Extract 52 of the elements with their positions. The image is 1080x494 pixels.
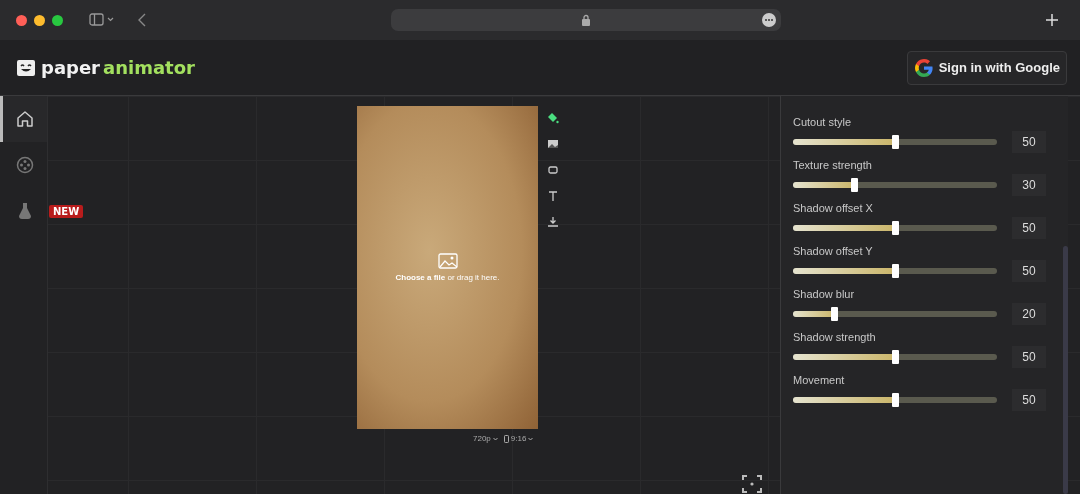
slider-thumb[interactable] <box>851 178 859 192</box>
slider-value-field[interactable]: 20 <box>1012 303 1046 325</box>
logo-text-accent: animator <box>103 57 195 78</box>
slider-label: Shadow blur <box>793 288 856 300</box>
film-reel-icon <box>16 156 34 174</box>
new-badge: NEW <box>49 204 84 218</box>
slider-value-field[interactable]: 30 <box>1012 174 1046 196</box>
slider-value-field[interactable]: 50 <box>1012 346 1046 368</box>
scrollbar[interactable] <box>1063 246 1068 494</box>
maximize-window-icon[interactable] <box>52 14 63 26</box>
more-icon[interactable] <box>762 13 776 27</box>
slider-label: Shadow strength <box>793 331 877 343</box>
sidebar-item[interactable] <box>0 96 47 142</box>
slider-value-field[interactable]: 50 <box>1012 389 1046 411</box>
fullscreen-icon[interactable] <box>742 474 762 494</box>
slider-label: Texture strength <box>793 159 873 171</box>
address-bar[interactable] <box>391 9 781 31</box>
phone-icon <box>503 434 509 443</box>
slider-thumb[interactable] <box>892 264 899 278</box>
back-icon[interactable] <box>137 13 147 27</box>
slider-thumb[interactable] <box>892 221 899 235</box>
slider-value-field[interactable]: 50 <box>1012 131 1046 153</box>
lock-icon <box>581 14 591 26</box>
slider-thumb[interactable] <box>892 350 899 364</box>
slider-thumb[interactable] <box>892 135 899 149</box>
slider-value-field[interactable]: 50 <box>1012 260 1046 282</box>
chevron-down-icon <box>492 436 498 441</box>
sidebar-toggle-icon[interactable] <box>89 13 115 27</box>
text-icon[interactable] <box>547 190 559 202</box>
image-icon <box>437 253 458 269</box>
sign-in-button[interactable]: Sign in with Google <box>906 50 1067 85</box>
image-icon[interactable] <box>547 138 559 150</box>
upload-prompt: Choose a file or drag it here. <box>395 273 500 282</box>
slider-thumb[interactable] <box>892 393 899 407</box>
smiley-logo-icon <box>16 57 36 78</box>
chevron-down-icon <box>528 436 534 441</box>
slider-value-field[interactable]: 50 <box>1012 217 1046 239</box>
slider-label: Movement <box>793 374 846 386</box>
google-g-icon <box>913 57 934 78</box>
slider-thumb[interactable] <box>830 307 838 321</box>
slider-label: Shadow offset Y <box>793 245 874 257</box>
resolution-dropdown[interactable]: 720p <box>473 434 498 443</box>
home-icon <box>16 110 34 128</box>
flask-icon <box>18 202 32 220</box>
logo-text: paper <box>41 57 100 78</box>
new-tab-icon[interactable] <box>1046 14 1058 26</box>
slider-label: Shadow offset X <box>793 202 874 214</box>
close-window-icon[interactable] <box>16 14 27 26</box>
slider-label: Cutout style <box>793 116 853 128</box>
aspect-ratio-dropdown[interactable]: 9:16 <box>503 434 534 443</box>
download-icon[interactable] <box>547 216 559 228</box>
minimize-window-icon[interactable] <box>34 14 45 26</box>
